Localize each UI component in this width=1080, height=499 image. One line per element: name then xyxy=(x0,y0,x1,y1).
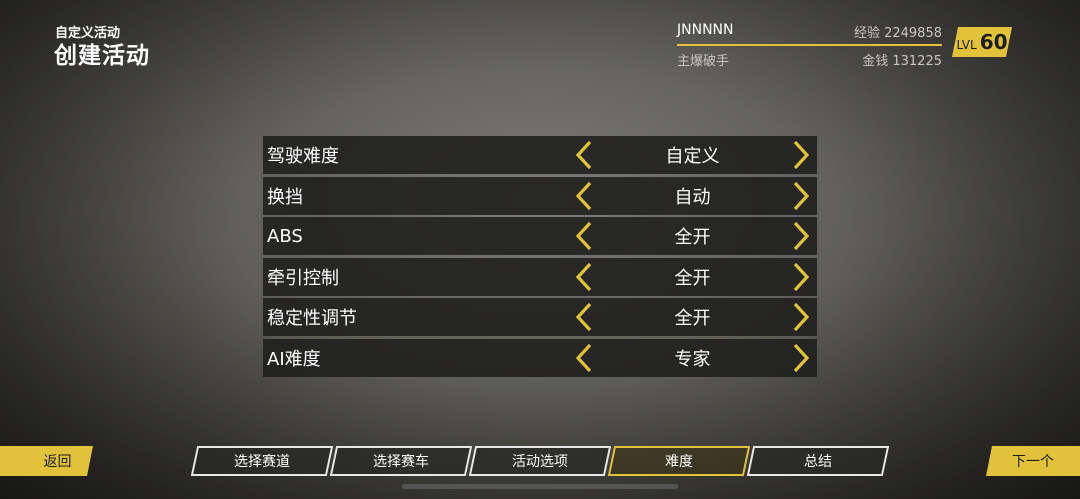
setting-row-traction-control: 牵引控制 全开 xyxy=(263,257,817,296)
setting-row-ai-difficulty: AI难度 专家 xyxy=(263,338,817,377)
tab-label: 活动选项 xyxy=(512,454,568,470)
setting-value: 全开 xyxy=(674,267,711,289)
chevron-right-icon[interactable] xyxy=(787,220,815,252)
setting-label: 稳定性调节 xyxy=(267,308,357,329)
tab-summary[interactable]: 总结 xyxy=(746,446,890,476)
tab-event-options[interactable]: 活动选项 xyxy=(468,446,612,476)
tab-label: 总结 xyxy=(804,454,832,470)
tab-label: 难度 xyxy=(665,454,693,470)
setting-row-stability: 稳定性调节 全开 xyxy=(263,298,817,336)
page-title: 创建活动 xyxy=(54,43,150,69)
player-name: JNNNNN xyxy=(677,22,734,38)
money-label: 金钱 xyxy=(862,54,889,69)
setting-value: 专家 xyxy=(674,348,711,370)
setting-value: 自定义 xyxy=(665,146,720,167)
back-label: 返回 xyxy=(43,454,72,470)
chevron-right-icon[interactable] xyxy=(787,139,815,171)
player-title: 主爆破手 xyxy=(677,54,730,69)
setting-label: 驾驶难度 xyxy=(267,146,339,167)
setting-row-abs: ABS 全开 xyxy=(263,217,817,255)
home-indicator[interactable] xyxy=(402,484,678,489)
setting-label: 换挡 xyxy=(267,186,303,208)
chevron-left-icon[interactable] xyxy=(570,261,598,293)
chevron-left-icon[interactable] xyxy=(570,180,598,212)
player-info: JNNNNN 经验 2249858 主爆破手 金钱 131225 xyxy=(677,22,942,69)
tab-select-track[interactable]: 选择赛道 xyxy=(190,446,334,476)
chevron-left-icon[interactable] xyxy=(570,220,598,252)
level-value: 60 xyxy=(979,30,1008,54)
xp-bar xyxy=(677,44,942,46)
chevron-right-icon[interactable] xyxy=(787,342,815,374)
next-label: 下一个 xyxy=(1012,454,1054,470)
setting-value: 全开 xyxy=(674,308,711,329)
chevron-left-icon[interactable] xyxy=(570,139,598,171)
setting-row-driving-difficulty: 驾驶难度 自定义 xyxy=(263,136,817,174)
chevron-left-icon[interactable] xyxy=(570,301,598,333)
next-button[interactable]: 下一个 xyxy=(986,446,1080,476)
setting-value: 自动 xyxy=(674,186,711,208)
money-readout: 金钱 131225 xyxy=(862,50,942,69)
chevron-left-icon[interactable] xyxy=(570,342,598,374)
chevron-right-icon[interactable] xyxy=(787,301,815,333)
setting-label: ABS xyxy=(267,225,303,247)
tab-label: 选择赛道 xyxy=(234,454,290,470)
xp-value: 2249858 xyxy=(884,26,942,41)
setting-value: 全开 xyxy=(674,227,711,248)
xp-label: 经验 xyxy=(853,26,880,41)
setting-label: AI难度 xyxy=(267,348,321,370)
chevron-right-icon[interactable] xyxy=(787,261,815,293)
level-label: LVL xyxy=(956,38,977,52)
back-button[interactable]: 返回 xyxy=(0,446,93,476)
chevron-right-icon[interactable] xyxy=(787,180,815,212)
tab-difficulty[interactable]: 难度 xyxy=(607,446,751,476)
tab-label: 选择赛车 xyxy=(373,454,429,470)
money-value: 131225 xyxy=(892,54,942,69)
setting-label: 牵引控制 xyxy=(267,267,339,289)
level-badge: LVL 60 xyxy=(952,27,1012,57)
setting-row-shifting: 换挡 自动 xyxy=(263,176,817,215)
xp-readout: 经验 2249858 xyxy=(854,22,942,41)
difficulty-settings-list: 驾驶难度 自定义 换挡 自动 ABS 全开 牵引控制 全开 稳定性调节 全开 A… xyxy=(263,136,817,379)
tab-select-car[interactable]: 选择赛车 xyxy=(329,446,473,476)
